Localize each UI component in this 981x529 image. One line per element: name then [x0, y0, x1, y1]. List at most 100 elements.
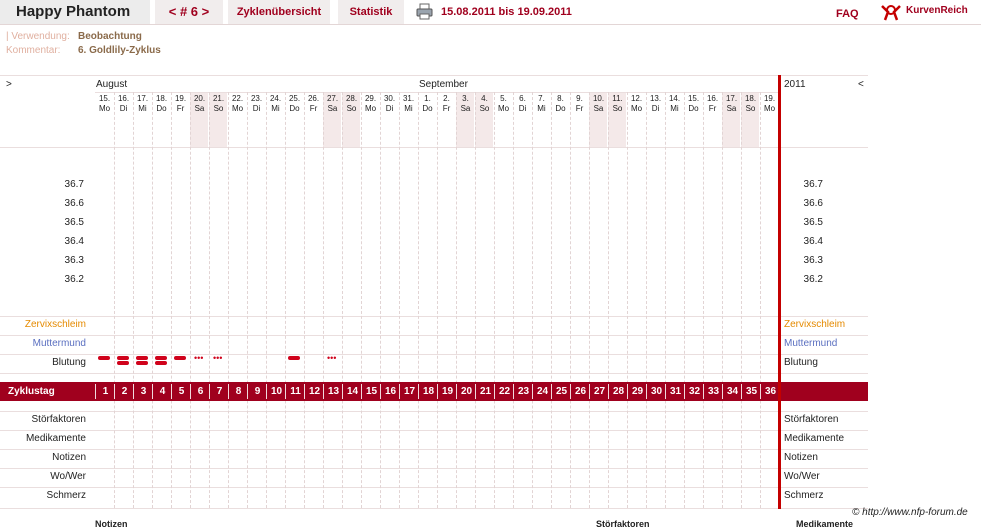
bleeding-marker[interactable]	[155, 356, 167, 360]
logo-text[interactable]: KurvenReich	[906, 0, 968, 22]
day-header[interactable]: 22. Mo	[228, 94, 247, 114]
bleeding-marker[interactable]	[174, 356, 186, 360]
day-header[interactable]: 8. Do	[551, 94, 570, 114]
bleeding-spotting-marker[interactable]: •••	[327, 354, 336, 363]
cycle-day-number[interactable]: 1	[96, 382, 115, 401]
day-header[interactable]: 21. So	[209, 94, 228, 114]
day-header[interactable]: 20. Sa	[190, 94, 209, 114]
day-header[interactable]: 14. Mi	[665, 94, 684, 114]
cycle-day-number[interactable]: 8	[229, 382, 248, 401]
cycle-day-number[interactable]: 19	[438, 382, 457, 401]
cycle-day-number[interactable]: 32	[685, 382, 704, 401]
day-number: 21.	[212, 94, 225, 103]
cycle-day-number[interactable]: 3	[134, 382, 153, 401]
day-header[interactable]: 19. Fr	[171, 94, 190, 114]
day-header[interactable]: 9. Fr	[570, 94, 589, 114]
cycle-day-number[interactable]: 28	[609, 382, 628, 401]
cycle-nav-button[interactable]: < # 6 >	[155, 0, 223, 24]
day-header[interactable]: 25. Do	[285, 94, 304, 114]
day-header[interactable]: 16. Fr	[703, 94, 722, 114]
cycle-day-number[interactable]: 2	[115, 382, 134, 401]
kurvenreich-logo-icon[interactable]	[880, 2, 902, 22]
weekday: Fr	[575, 104, 584, 113]
day-header[interactable]: 30. Di	[380, 94, 399, 114]
day-header[interactable]: 19. Mo	[760, 94, 779, 114]
cycle-day-number[interactable]: 16	[381, 382, 400, 401]
day-column-line	[228, 92, 229, 508]
day-header[interactable]: 6. Di	[513, 94, 532, 114]
cycle-day-number[interactable]: 29	[628, 382, 647, 401]
weekday: Mi	[271, 104, 280, 113]
cycle-day-number[interactable]: 7	[210, 382, 229, 401]
day-header[interactable]: 12. Mo	[627, 94, 646, 114]
cycle-day-number[interactable]: 24	[533, 382, 552, 401]
cycle-day-number[interactable]: 35	[742, 382, 761, 401]
cycle-day-number[interactable]: 9	[248, 382, 267, 401]
day-header[interactable]: 2. Fr	[437, 94, 456, 114]
day-number: 12.	[630, 94, 643, 103]
bleeding-marker[interactable]	[155, 361, 167, 365]
day-header[interactable]: 24. Mi	[266, 94, 285, 114]
day-header[interactable]: 27. Sa	[323, 94, 342, 114]
day-header[interactable]: 18. Do	[152, 94, 171, 114]
tab-statistics[interactable]: Statistik	[338, 0, 404, 24]
chart-nav-prev[interactable]: >	[6, 79, 12, 90]
day-header[interactable]: 17. Sa	[722, 94, 741, 114]
bleeding-marker[interactable]	[136, 361, 148, 365]
bleeding-marker[interactable]	[136, 356, 148, 360]
day-header[interactable]: 29. Mo	[361, 94, 380, 114]
day-header[interactable]: 3. Sa	[456, 94, 475, 114]
tab-cycle-overview[interactable]: Zyklenübersicht	[228, 0, 330, 24]
day-header[interactable]: 31. Mi	[399, 94, 418, 114]
day-header[interactable]: 26. Fr	[304, 94, 323, 114]
day-header[interactable]: 4. So	[475, 94, 494, 114]
cycle-day-number[interactable]: 10	[267, 382, 286, 401]
cycle-day-number[interactable]: 11	[286, 382, 305, 401]
day-header[interactable]: 28. So	[342, 94, 361, 114]
bleeding-marker[interactable]	[117, 361, 129, 365]
day-header[interactable]: 11. So	[608, 94, 627, 114]
day-column-line	[114, 92, 115, 508]
cycle-day-number[interactable]: 12	[305, 382, 324, 401]
cycle-day-number[interactable]: 20	[457, 382, 476, 401]
day-header[interactable]: 1. Do	[418, 94, 437, 114]
bleeding-spotting-marker[interactable]: •••	[194, 354, 203, 363]
bleeding-marker[interactable]	[98, 356, 110, 360]
weekday: Mo	[364, 104, 377, 113]
cycle-day-number[interactable]: 13	[324, 382, 343, 401]
cycle-day-number[interactable]: 26	[571, 382, 590, 401]
cycle-day-number[interactable]: 23	[514, 382, 533, 401]
cycle-day-number[interactable]: 34	[723, 382, 742, 401]
cycle-day-number[interactable]: 5	[172, 382, 191, 401]
chart-nav-next[interactable]: <	[858, 79, 864, 90]
day-column-line	[247, 92, 248, 508]
cycle-day-number[interactable]: 30	[647, 382, 666, 401]
cycle-day-number[interactable]: 17	[400, 382, 419, 401]
day-header[interactable]: 5. Mo	[494, 94, 513, 114]
printer-icon[interactable]	[416, 3, 433, 20]
bleeding-marker[interactable]	[117, 356, 129, 360]
cycle-day-number[interactable]: 31	[666, 382, 685, 401]
bleeding-marker[interactable]	[288, 356, 300, 360]
day-header[interactable]: 15. Do	[684, 94, 703, 114]
cycle-day-number[interactable]: 33	[704, 382, 723, 401]
cycle-day-number[interactable]: 22	[495, 382, 514, 401]
year-label: 2011	[784, 79, 806, 90]
day-header[interactable]: 13. Di	[646, 94, 665, 114]
day-header[interactable]: 16. Di	[114, 94, 133, 114]
cycle-day-number[interactable]: 21	[476, 382, 495, 401]
day-header[interactable]: 10. Sa	[589, 94, 608, 114]
cycle-day-number[interactable]: 4	[153, 382, 172, 401]
cycle-day-number[interactable]: 15	[362, 382, 381, 401]
cycle-day-number[interactable]: 27	[590, 382, 609, 401]
cycle-day-number[interactable]: 25	[552, 382, 571, 401]
day-header[interactable]: 7. Mi	[532, 94, 551, 114]
cycle-day-number[interactable]: 18	[419, 382, 438, 401]
day-header[interactable]: 18. So	[741, 94, 760, 114]
day-header[interactable]: 15. Mo	[95, 94, 114, 114]
cycle-day-number[interactable]: 6	[191, 382, 210, 401]
day-header[interactable]: 17. Mi	[133, 94, 152, 114]
cycle-day-number[interactable]: 14	[343, 382, 362, 401]
bleeding-spotting-marker[interactable]: •••	[213, 354, 222, 363]
day-header[interactable]: 23. Di	[247, 94, 266, 114]
